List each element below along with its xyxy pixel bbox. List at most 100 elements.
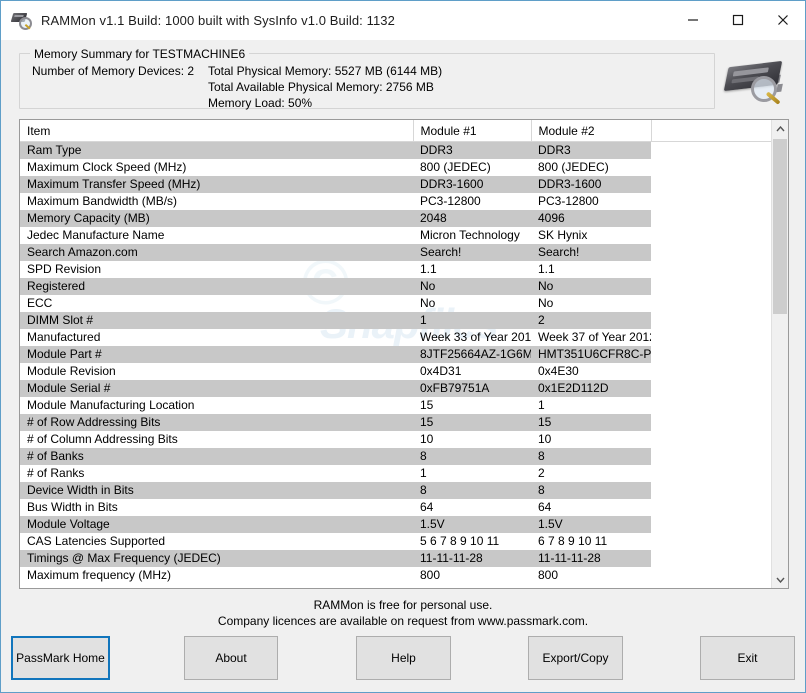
cell-module-2: 1.1 — [538, 262, 555, 276]
table-row[interactable]: SPD Revision 1.1 1.1 — [20, 261, 771, 278]
minimize-icon[interactable] — [670, 1, 715, 39]
footer-line-2: Company licences are available on reques… — [1, 613, 805, 629]
cell-module-2: 1.5V — [531, 516, 651, 533]
scroll-up-icon[interactable] — [772, 120, 788, 137]
cell-module-2: 8 — [531, 482, 651, 499]
cell-module-1: 11-11-11-28 — [413, 550, 531, 567]
table-row[interactable]: Jedec Manufacture Name Micron Technology S… — [20, 227, 771, 244]
cell-module-2: 0x1E2D112D — [531, 380, 651, 397]
table-row[interactable]: # of Ranks 1 2 — [20, 465, 771, 482]
cell-module-1: PC3-12800 — [420, 194, 481, 208]
cell-module-2: 11-11-11-28 — [531, 550, 651, 567]
table-row[interactable]: # of Banks 8 8 — [20, 448, 771, 465]
cell-module-1: 64 — [420, 500, 434, 514]
cell-item: Module Serial # — [20, 380, 413, 397]
cell-module-2: SK Hynix — [538, 228, 588, 242]
button-bar: PassMark Home About Help Export/Copy Exi… — [1, 636, 805, 681]
cell-spacer — [651, 397, 771, 414]
cell-spacer — [651, 176, 771, 193]
table-row[interactable]: Registered No No — [20, 278, 771, 295]
cell-spacer — [651, 210, 771, 227]
cell-spacer — [651, 329, 771, 346]
cell-spacer — [651, 159, 771, 176]
export-copy-button[interactable]: Export/Copy — [528, 636, 623, 680]
cell-item: Bus Width in Bits — [27, 500, 118, 514]
cell-item: # of Column Addressing Bits — [27, 432, 178, 446]
title-bar: RAMMon v1.1 Build: 1000 built with SysIn… — [1, 1, 805, 40]
table-row[interactable]: Device Width in Bits 8 8 — [20, 482, 771, 499]
column-header-module-1[interactable]: Module #1 — [413, 120, 532, 142]
table-row[interactable]: CAS Latencies Supported 5 6 7 8 9 10 11 6 … — [20, 533, 771, 550]
cell-spacer — [651, 244, 771, 261]
details-grid: Item Module #1 Module #2 Ram Type DDR3 DDR… — [20, 120, 771, 588]
cell-item: Manufactured — [27, 330, 101, 344]
cell-module-2: 10 — [538, 432, 552, 446]
cell-module-2: 800 (JEDEC) — [538, 160, 609, 174]
cell-item: CAS Latencies Supported — [27, 534, 166, 548]
cell-module-1: 1 — [413, 312, 531, 329]
table-row[interactable]: Maximum Transfer Speed (MHz) DDR3-1600 DDR… — [20, 176, 771, 193]
scrollbar-thumb[interactable] — [773, 139, 787, 314]
vertical-scrollbar[interactable] — [771, 120, 788, 588]
about-button[interactable]: About — [184, 636, 278, 680]
footer-message: RAMMon is free for personal use. Company… — [1, 597, 805, 629]
close-icon[interactable] — [760, 1, 805, 39]
cell-spacer — [651, 261, 771, 278]
app-icon — [10, 9, 33, 31]
cell-module-2: Week 37 of Year 2012 — [538, 330, 651, 344]
scroll-down-icon[interactable] — [772, 571, 788, 588]
table-row[interactable]: # of Column Addressing Bits 10 10 — [20, 431, 771, 448]
table-row[interactable]: Manufactured Week 33 of Year 2012 Week 37 … — [20, 329, 771, 346]
cell-module-1: 15 — [413, 414, 531, 431]
cell-module-2: PC3-12800 — [538, 194, 599, 208]
table-row[interactable]: Bus Width in Bits 64 64 — [20, 499, 771, 516]
cell-item: SPD Revision — [27, 262, 102, 276]
exit-button[interactable]: Exit — [700, 636, 795, 680]
table-row[interactable]: DIMM Slot #1 2 — [20, 312, 771, 329]
table-row[interactable]: Maximum Bandwidth (MB/s) PC3-12800 PC3-128… — [20, 193, 771, 210]
passmark-home-button[interactable]: PassMark Home — [11, 636, 110, 680]
table-row[interactable]: Maximum frequency (MHz) 800 800 — [20, 567, 771, 584]
table-row[interactable]: Module Part #8JTF25664AZ-1G6M1 HMT351U6CF… — [20, 346, 771, 363]
ram-module-magnifier-icon — [723, 52, 793, 108]
cell-module-1: 0x4D31 — [420, 364, 462, 378]
table-row[interactable]: ECC No No — [20, 295, 771, 312]
cell-item: Maximum Clock Speed (MHz) — [27, 160, 187, 174]
help-button[interactable]: Help — [356, 636, 451, 680]
footer-line-2-prefix: Company licences are available on reques… — [217, 614, 479, 628]
column-header-item[interactable]: Item — [20, 120, 414, 142]
cell-module-2: DDR3 — [531, 142, 651, 159]
column-header-module-2[interactable]: Module #2 — [531, 120, 652, 142]
table-row[interactable]: Module Serial #0xFB79751A 0x1E2D112D — [20, 380, 771, 397]
passmark-website-link[interactable]: www.passmark.com. — [478, 614, 588, 628]
table-row[interactable]: # of Row Addressing Bits 15 15 — [20, 414, 771, 431]
cell-item: Module Part # — [20, 346, 413, 363]
table-row[interactable]: Module Voltage 1.5V 1.5V — [20, 516, 771, 533]
cell-module-1: DDR3 — [413, 142, 531, 159]
table-row[interactable]: Module Manufacturing Location 15 1 — [20, 397, 771, 414]
cell-item: Ram Type — [20, 142, 413, 159]
cell-module-2: 800 — [538, 568, 559, 582]
cell-module-2: 15 — [531, 414, 651, 431]
cell-module-1[interactable]: Search! — [413, 244, 531, 261]
table-row[interactable]: Search Amazon.com Search! Search! — [20, 244, 771, 261]
cell-module-1: Micron Technology — [420, 228, 520, 242]
table-row[interactable]: Maximum Clock Speed (MHz) 800 (JEDEC) 800 … — [20, 159, 771, 176]
memory-details-list: ©Snapfiles Item Module #1 Module #2 Ram … — [19, 119, 789, 589]
cell-module-2[interactable]: Search! — [531, 244, 651, 261]
cell-spacer — [651, 363, 771, 380]
table-row[interactable]: Timings @ Max Frequency (JEDEC) 11-11-11-… — [20, 550, 771, 567]
cell-item: Module Voltage — [20, 516, 413, 533]
rammon-window: RAMMon v1.1 Build: 1000 built with SysIn… — [0, 0, 806, 693]
cell-item: Maximum Bandwidth (MB/s) — [27, 194, 178, 208]
maximize-icon[interactable] — [715, 1, 760, 39]
cell-spacer — [651, 414, 771, 431]
table-row[interactable]: Memory Capacity (MB) 2048 4096 — [20, 210, 771, 227]
cell-spacer — [651, 550, 771, 567]
memory-summary-groupbox: Memory Summary for TESTMACHINE6 Number o… — [19, 47, 715, 110]
table-row[interactable]: Module Revision 0x4D31 0x4E30 — [20, 363, 771, 380]
cell-spacer — [651, 380, 771, 397]
cell-module-1: 1 — [420, 466, 427, 480]
cell-module-2: DDR3-1600 — [531, 176, 651, 193]
table-row[interactable]: Ram Type DDR3 DDR3 — [20, 142, 771, 159]
